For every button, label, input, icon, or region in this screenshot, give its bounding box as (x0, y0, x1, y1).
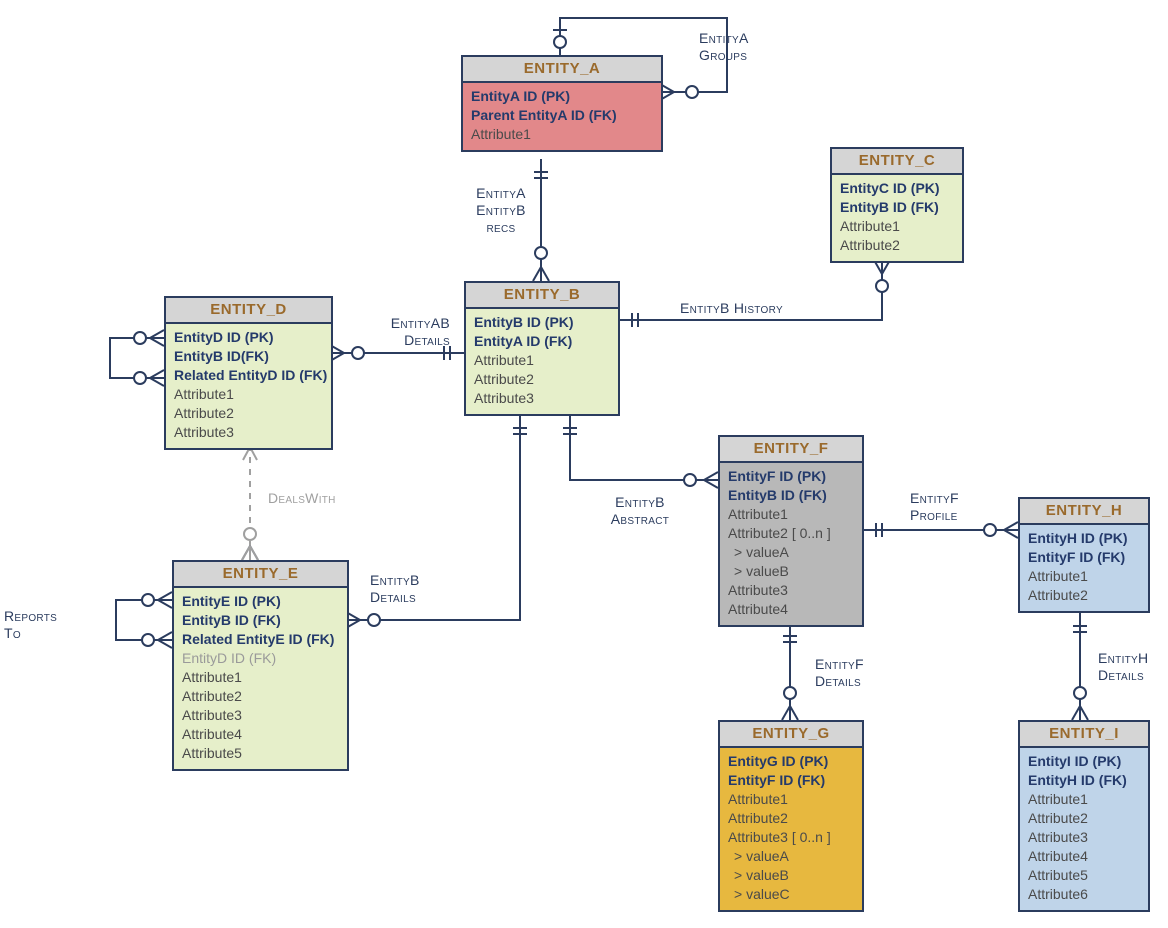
entity-a: ENTITY_A EntityA ID (PK)Parent EntityA I… (461, 55, 663, 152)
attribute-row: Parent EntityA ID (FK) (471, 106, 653, 125)
attribute-row: Attribute3 (174, 423, 323, 442)
attribute-row: Related EntityD ID (FK) (174, 366, 323, 385)
attribute-row: EntityB ID(FK) (174, 347, 323, 366)
attribute-row: > valueB (728, 866, 854, 885)
entity-h-title: ENTITY_H (1020, 499, 1148, 525)
attribute-row: Attribute2 (840, 236, 954, 255)
attribute-row: EntityG ID (PK) (728, 752, 854, 771)
label-b-details: EntityBDetails (370, 572, 420, 606)
label-f-details: EntityFDetails (815, 656, 864, 690)
entity-h-body: EntityH ID (PK)EntityF ID (FK)Attribute1… (1020, 525, 1148, 611)
attribute-row: Attribute6 (1028, 885, 1140, 904)
attribute-row: > valueC (728, 885, 854, 904)
label-a-groups: EntityAGroups (699, 30, 749, 64)
attribute-row: Attribute2 [ 0..n ] (728, 524, 854, 543)
entity-i: ENTITY_I EntityI ID (PK)EntityH ID (FK)A… (1018, 720, 1150, 912)
entity-f-title: ENTITY_F (720, 437, 862, 463)
attribute-row: EntityF ID (FK) (1028, 548, 1140, 567)
entity-d: ENTITY_D EntityD ID (PK)EntityB ID(FK)Re… (164, 296, 333, 450)
attribute-row: Attribute1 (728, 505, 854, 524)
label-a-b-recs: EntityAEntityBrecs (465, 185, 537, 236)
entity-i-title: ENTITY_I (1020, 722, 1148, 748)
attribute-row: Attribute2 (1028, 809, 1140, 828)
entity-a-title: ENTITY_A (463, 57, 661, 83)
entity-d-body: EntityD ID (PK)EntityB ID(FK)Related Ent… (166, 324, 331, 448)
entity-b-title: ENTITY_B (466, 283, 618, 309)
attribute-row: Attribute4 (728, 600, 854, 619)
attribute-row: EntityA ID (FK) (474, 332, 610, 351)
entity-b-body: EntityB ID (PK)EntityA ID (FK)Attribute1… (466, 309, 618, 414)
attribute-row: EntityD ID (PK) (174, 328, 323, 347)
entity-d-title: ENTITY_D (166, 298, 331, 324)
attribute-row: EntityE ID (PK) (182, 592, 339, 611)
attribute-row: EntityH ID (PK) (1028, 529, 1140, 548)
entity-e-title: ENTITY_E (174, 562, 347, 588)
entity-g-body: EntityG ID (PK)EntityF ID (FK)Attribute1… (720, 748, 862, 910)
entity-a-body: EntityA ID (PK)Parent EntityA ID (FK)Att… (463, 83, 661, 150)
attribute-row: EntityD ID (FK) (182, 649, 339, 668)
attribute-row: Attribute2 (1028, 586, 1140, 605)
attribute-row: EntityA ID (PK) (471, 87, 653, 106)
attribute-row: Attribute2 (174, 404, 323, 423)
entity-e: ENTITY_E EntityE ID (PK)EntityB ID (FK)R… (172, 560, 349, 771)
attribute-row: Attribute1 (471, 125, 653, 144)
entity-f: ENTITY_F EntityF ID (PK)EntityB ID (FK)A… (718, 435, 864, 627)
label-f-profile: EntityFProfile (910, 490, 959, 524)
entity-h: ENTITY_H EntityH ID (PK)EntityF ID (FK)A… (1018, 497, 1150, 613)
entity-i-body: EntityI ID (PK)EntityH ID (FK)Attribute1… (1020, 748, 1148, 910)
attribute-row: EntityI ID (PK) (1028, 752, 1140, 771)
attribute-row: Attribute3 (1028, 828, 1140, 847)
attribute-row: > valueA (728, 543, 854, 562)
label-reports-to: ReportsTo (4, 608, 57, 642)
attribute-row: Attribute1 (474, 351, 610, 370)
entity-e-body: EntityE ID (PK)EntityB ID (FK)Related En… (174, 588, 347, 769)
entity-g-title: ENTITY_G (720, 722, 862, 748)
attribute-row: EntityB ID (FK) (182, 611, 339, 630)
attribute-row: Attribute2 (728, 809, 854, 828)
attribute-row: Attribute1 (182, 668, 339, 687)
entity-f-body: EntityF ID (PK)EntityB ID (FK)Attribute1… (720, 463, 862, 625)
attribute-row: Attribute1 (840, 217, 954, 236)
attribute-row: Attribute5 (1028, 866, 1140, 885)
attribute-row: EntityF ID (PK) (728, 467, 854, 486)
entity-b: ENTITY_B EntityB ID (PK)EntityA ID (FK)A… (464, 281, 620, 416)
entity-g: ENTITY_G EntityG ID (PK)EntityF ID (FK)A… (718, 720, 864, 912)
attribute-row: Attribute1 (1028, 790, 1140, 809)
attribute-row: > valueA (728, 847, 854, 866)
attribute-row: EntityB ID (FK) (728, 486, 854, 505)
attribute-row: EntityH ID (FK) (1028, 771, 1140, 790)
label-b-abstract: EntityBAbstract (600, 494, 680, 528)
attribute-row: Attribute3 (474, 389, 610, 408)
attribute-row: Attribute3 [ 0..n ] (728, 828, 854, 847)
attribute-row: Attribute3 (728, 581, 854, 600)
entity-c-body: EntityC ID (PK)EntityB ID (FK)Attribute1… (832, 175, 962, 261)
label-b-history: EntityB History (680, 300, 783, 317)
attribute-row: Attribute4 (1028, 847, 1140, 866)
entity-c: ENTITY_C EntityC ID (PK)EntityB ID (FK)A… (830, 147, 964, 263)
attribute-row: EntityF ID (FK) (728, 771, 854, 790)
attribute-row: Attribute1 (174, 385, 323, 404)
label-h-details: EntityHDetails (1098, 650, 1148, 684)
attribute-row: Attribute4 (182, 725, 339, 744)
attribute-row: EntityC ID (PK) (840, 179, 954, 198)
attribute-row: Attribute2 (474, 370, 610, 389)
attribute-row: Attribute1 (728, 790, 854, 809)
attribute-row: EntityB ID (PK) (474, 313, 610, 332)
entity-c-title: ENTITY_C (832, 149, 962, 175)
attribute-row: EntityB ID (FK) (840, 198, 954, 217)
attribute-row: Attribute2 (182, 687, 339, 706)
attribute-row: Related EntityE ID (FK) (182, 630, 339, 649)
label-ab-details: EntityABDetails (355, 315, 450, 349)
attribute-row: Attribute3 (182, 706, 339, 725)
attribute-row: Attribute5 (182, 744, 339, 763)
label-deals-with: DealsWith (268, 490, 336, 507)
attribute-row: > valueB (728, 562, 854, 581)
attribute-row: Attribute1 (1028, 567, 1140, 586)
